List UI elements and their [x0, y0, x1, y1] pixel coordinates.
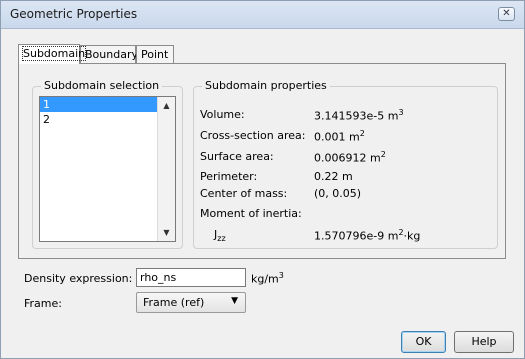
surface-area-label: Surface area:: [200, 150, 274, 163]
scroll-down-icon[interactable]: ▼: [158, 224, 175, 241]
list-item[interactable]: 1: [40, 97, 159, 112]
listbox-scrollbar[interactable]: ▲ ▼: [157, 97, 175, 241]
ok-button[interactable]: OK: [401, 331, 446, 353]
window-title: Geometric Properties: [10, 7, 138, 21]
cross-section-label: Cross-section area:: [200, 129, 306, 142]
close-icon: ✕: [502, 8, 511, 19]
jzz-label: Jzz: [214, 228, 226, 244]
surface-area-value: 0.006912 m2: [314, 150, 386, 165]
geometric-properties-dialog: Geometric Properties ✕ Subdomain Boundar…: [0, 0, 525, 359]
perimeter-value: 0.22 m: [314, 170, 353, 183]
volume-value: 3.141593e-5 m3: [314, 108, 404, 123]
density-label: Density expression:: [24, 272, 133, 285]
density-unit: kg/m3: [251, 271, 284, 286]
tab-subdomain[interactable]: Subdomain: [18, 44, 87, 64]
subdomain-listbox[interactable]: 1 2 ▲ ▼: [39, 96, 176, 242]
volume-label: Volume:: [200, 108, 245, 121]
subdomain-selection-label: Subdomain selection: [41, 79, 163, 92]
help-button[interactable]: Help: [454, 331, 514, 353]
density-input[interactable]: [136, 268, 246, 287]
perimeter-label: Perimeter:: [200, 170, 258, 183]
jzz-value: 1.570796e-9 m2·kg: [314, 228, 421, 243]
title-bar: Geometric Properties ✕: [1, 1, 524, 29]
close-button[interactable]: ✕: [498, 7, 515, 21]
tab-point[interactable]: Point: [136, 45, 174, 63]
cross-section-value: 0.001 m2: [314, 129, 365, 144]
moment-of-inertia-label: Moment of inertia:: [200, 207, 302, 220]
tab-boundary[interactable]: Boundary: [80, 45, 138, 63]
scroll-up-icon[interactable]: ▲: [158, 97, 175, 114]
chevron-down-icon: ▼: [231, 296, 238, 306]
subdomain-properties-label: Subdomain properties: [202, 79, 330, 92]
center-of-mass-value: (0, 0.05): [314, 187, 362, 200]
frame-label: Frame:: [24, 297, 62, 310]
list-item[interactable]: 2: [40, 112, 159, 127]
frame-select-value: Frame (ref): [143, 296, 205, 309]
center-of-mass-label: Center of mass:: [200, 187, 288, 200]
frame-select[interactable]: Frame (ref) ▼: [136, 292, 246, 313]
